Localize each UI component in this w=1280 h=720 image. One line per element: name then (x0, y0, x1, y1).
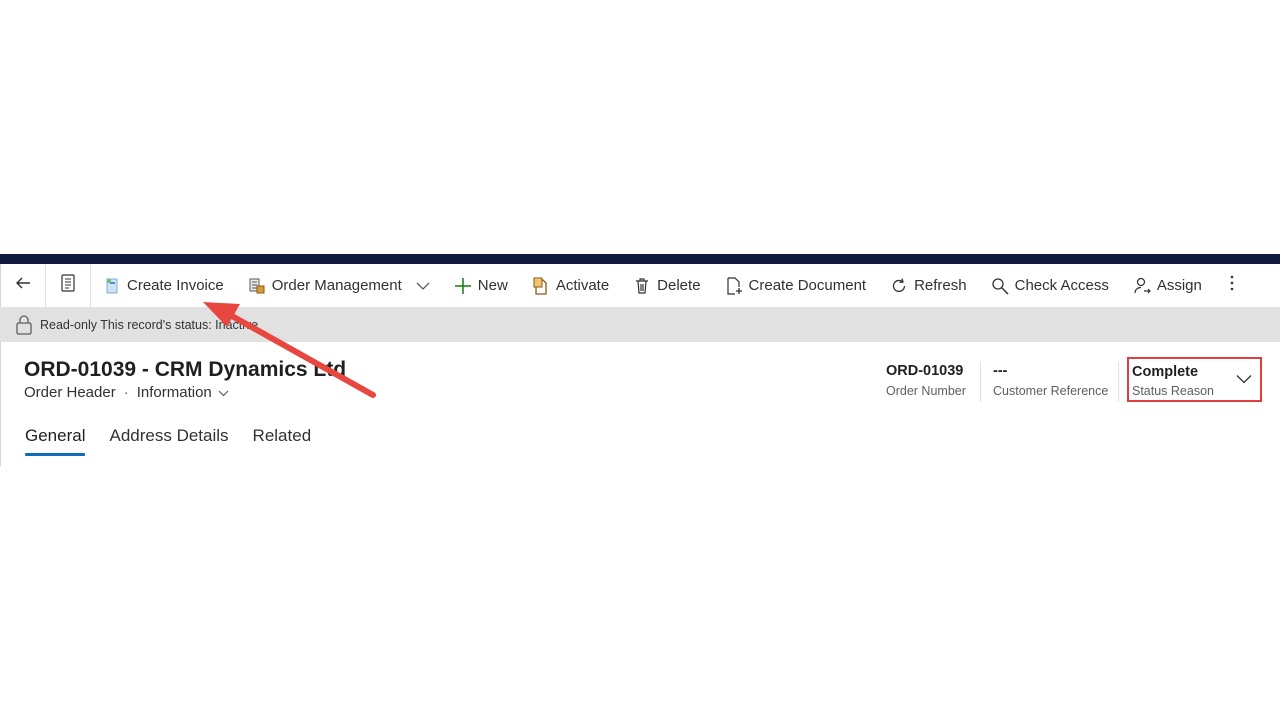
record-subtitle: Order Header · Information (24, 384, 229, 401)
activate-button[interactable]: Activate (520, 264, 621, 307)
read-only-notification: Read-only This record's status: Inactive (0, 307, 1280, 342)
header-field-customer-reference: --- Customer Reference (993, 363, 1108, 398)
status-reason-field[interactable]: Complete Status Reason (1127, 357, 1262, 402)
create-document-label: Create Document (748, 277, 867, 294)
create-document-button[interactable]: Create Document (713, 264, 879, 307)
more-commands-button[interactable] (1214, 264, 1250, 307)
chevron-down-icon (416, 281, 430, 291)
status-reason-value: Complete (1132, 364, 1199, 380)
chevron-down-icon (1236, 374, 1252, 384)
create-invoice-button[interactable]: Create Invoice (91, 264, 236, 307)
customer-reference-label: Customer Reference (993, 384, 1109, 398)
order-number-value: ORD-01039 (886, 363, 964, 379)
check-access-label: Check Access (1014, 277, 1109, 294)
tab-related[interactable]: Related (253, 426, 312, 456)
app-top-bar (0, 254, 1280, 264)
chevron-down-icon (218, 389, 229, 397)
lock-icon (15, 314, 33, 335)
document-icon (60, 274, 76, 297)
form-tabs: General Address Details Related (25, 426, 335, 456)
person-assign-icon (1133, 277, 1151, 295)
refresh-icon (890, 277, 908, 295)
assign-button[interactable]: Assign (1121, 264, 1214, 307)
back-button[interactable] (1, 264, 45, 307)
new-button[interactable]: New (442, 264, 520, 307)
customer-reference-value: --- (993, 363, 1008, 379)
search-person-icon (991, 277, 1009, 295)
more-vertical-icon (1230, 275, 1234, 296)
activate-icon (532, 277, 550, 295)
back-arrow-icon (14, 274, 32, 297)
tab-address-details[interactable]: Address Details (109, 426, 228, 456)
header-field-separator (1118, 362, 1119, 402)
refresh-button[interactable]: Refresh (878, 264, 979, 307)
form-selector[interactable]: Information (137, 384, 229, 401)
form-view-button[interactable] (46, 264, 90, 307)
refresh-label: Refresh (914, 277, 967, 294)
order-management-button[interactable]: Order Management (236, 264, 442, 307)
read-only-text: Read-only This record's status: Inactive (40, 317, 259, 332)
create-invoice-label: Create Invoice (127, 277, 224, 294)
trash-icon (633, 277, 651, 295)
order-number-label: Order Number (886, 384, 966, 398)
new-label: New (477, 277, 508, 294)
header-field-separator (980, 362, 981, 402)
assign-label: Assign (1156, 277, 1202, 294)
order-management-icon (248, 277, 266, 295)
command-bar: Create Invoice Order Management New Acti… (0, 264, 1280, 307)
delete-label: Delete (657, 277, 701, 294)
delete-button[interactable]: Delete (621, 264, 712, 307)
tab-general[interactable]: General (25, 426, 86, 456)
header-field-order-number: ORD-01039 Order Number (886, 363, 966, 398)
entity-name: Order Header (24, 384, 116, 401)
plus-icon (454, 277, 472, 295)
form-name: Information (136, 384, 212, 401)
invoice-icon (103, 277, 121, 295)
separator-dot: · (123, 384, 129, 401)
check-access-button[interactable]: Check Access (979, 264, 1121, 307)
activate-label: Activate (555, 277, 610, 294)
left-border (0, 342, 1, 466)
record-title: ORD-01039 - CRM Dynamics Ltd (24, 358, 347, 381)
order-management-label: Order Management (271, 277, 402, 294)
status-reason-label: Status Reason (1132, 384, 1214, 398)
document-add-icon (725, 276, 743, 295)
